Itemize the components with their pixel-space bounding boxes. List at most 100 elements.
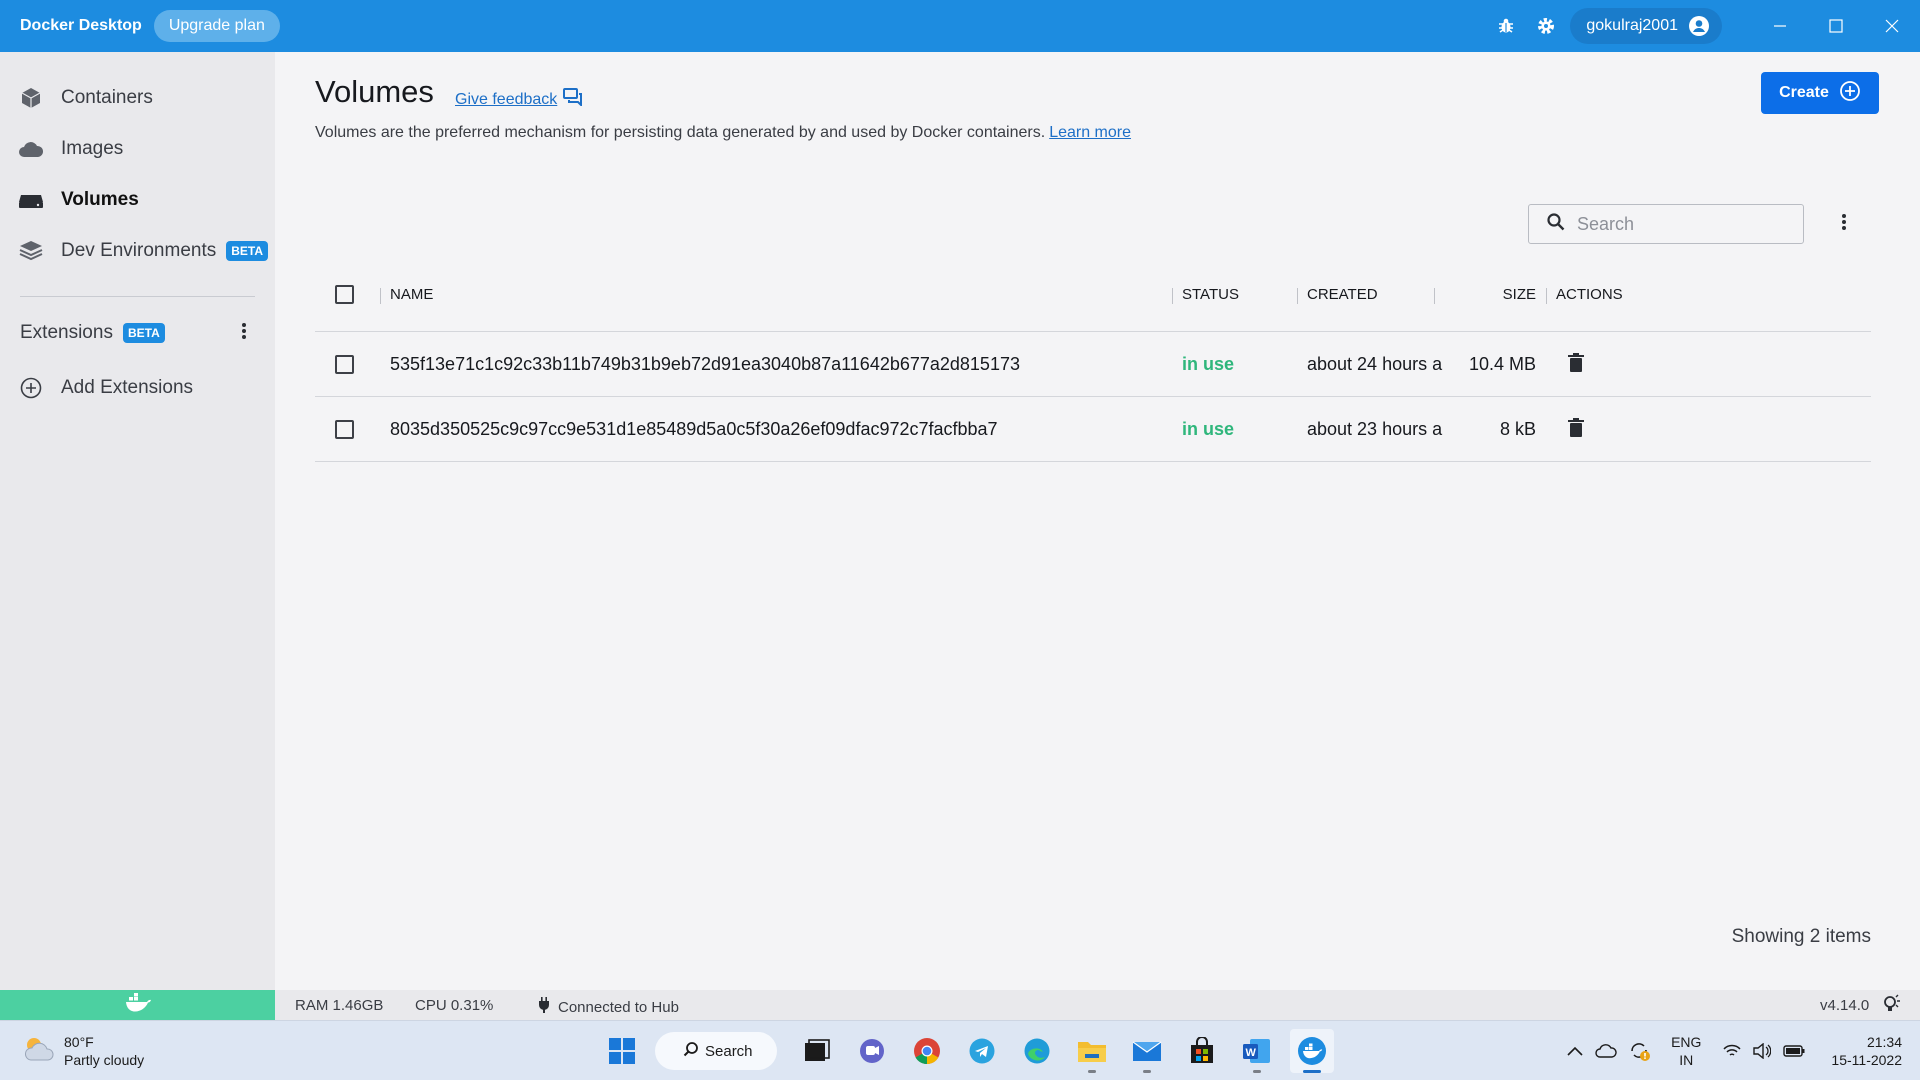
edge-icon[interactable] (1015, 1029, 1059, 1073)
sync-warning-icon[interactable] (1629, 1041, 1651, 1061)
onedrive-cloud-icon[interactable] (1595, 1044, 1617, 1058)
system-clock[interactable]: 21:34 15-11-2022 (1831, 1033, 1902, 1069)
chrome-icon[interactable] (905, 1029, 949, 1073)
volume-drive-icon (18, 187, 44, 213)
row-checkbox[interactable] (335, 354, 354, 374)
sidebar-item-label: Containers (61, 86, 153, 108)
windows-start-icon[interactable] (600, 1029, 644, 1073)
column-header-name[interactable]: NAME (390, 286, 433, 303)
column-header-status[interactable]: STATUS (1182, 286, 1239, 303)
gear-icon[interactable] (1534, 14, 1558, 38)
close-icon[interactable] (1864, 0, 1920, 52)
language-code: ENG (1671, 1034, 1702, 1050)
volume-size: 10.4 MB (1468, 353, 1536, 374)
containers-icon (18, 85, 44, 111)
volumes-table: NAME STATUS CREATED SIZE ACTIONS 535f13e… (315, 285, 1871, 516)
task-view-icon[interactable] (795, 1029, 839, 1073)
column-separator (1297, 288, 1298, 304)
column-separator (1172, 288, 1173, 304)
running-indicator (1303, 1070, 1321, 1073)
sidebar-item-containers[interactable]: Containers (0, 72, 275, 123)
search-icon (1547, 212, 1565, 236)
search-icon (683, 1041, 699, 1061)
mail-icon[interactable] (1125, 1029, 1169, 1073)
search-input[interactable] (1577, 213, 1787, 235)
column-header-size[interactable]: SIZE (1444, 286, 1536, 303)
volume-name[interactable]: 8035d350525c9c97cc9e531d1e85489d5a0c5f30… (390, 419, 998, 440)
input-language[interactable]: ENG IN (1671, 1033, 1701, 1069)
volume-icon[interactable] (1753, 1043, 1772, 1059)
show-hidden-icons-chevron-icon[interactable] (1567, 1046, 1583, 1056)
extensions-more-icon[interactable] (241, 321, 247, 347)
delete-icon[interactable] (1568, 353, 1584, 378)
volume-name[interactable]: 535f13e71c1c92c33b11b749b31b9eb72d91ea30… (390, 354, 1020, 375)
table-options-icon[interactable] (1841, 212, 1847, 237)
add-extensions-label: Add Extensions (61, 377, 194, 398)
description-text: Volumes are the preferred mechanism for … (315, 124, 1046, 141)
create-volume-button[interactable]: Create (1761, 72, 1879, 114)
taskbar-apps: Search W (600, 1029, 1345, 1073)
column-header-actions: ACTIONS (1556, 286, 1623, 303)
docker-desktop-taskbar-icon[interactable] (1290, 1029, 1334, 1073)
plug-icon (538, 997, 550, 1017)
system-tray: ENG IN 21:34 15-11-2022 (1567, 1031, 1902, 1071)
version: v4.14.0 (1820, 997, 1870, 1014)
volume-status: in use (1182, 418, 1235, 439)
tips-icon[interactable] (1881, 994, 1901, 1014)
svg-text:W: W (1246, 1047, 1257, 1059)
maximize-icon[interactable] (1808, 0, 1864, 52)
table-row[interactable]: 8035d350525c9c97cc9e531d1e85489d5a0c5f30… (315, 397, 1871, 462)
page-description: Volumes are the preferred mechanism for … (315, 124, 1131, 142)
give-feedback-link[interactable]: Give feedback (455, 88, 583, 111)
user-avatar-icon (1688, 15, 1710, 37)
sidebar-item-label: Images (61, 137, 124, 159)
select-all-checkbox[interactable] (335, 285, 354, 304)
add-extensions-button[interactable]: Add Extensions (0, 363, 275, 413)
account-button[interactable]: gokulraj2001 (1570, 8, 1722, 44)
sidebar-item-images[interactable]: Images (0, 123, 275, 174)
sidebar-item-label: Dev Environments (61, 239, 217, 261)
bug-icon[interactable] (1494, 14, 1518, 38)
delete-icon[interactable] (1568, 418, 1584, 443)
sidebar-divider (20, 296, 255, 297)
extensions-label: Extensions (20, 322, 113, 343)
upgrade-plan-button[interactable]: Upgrade plan (153, 10, 280, 42)
beta-badge: BETA (122, 323, 165, 343)
search-field[interactable] (1528, 204, 1804, 244)
cpu-usage: CPU 0.31% (415, 997, 494, 1014)
sidebar-item-volumes[interactable]: Volumes (0, 174, 275, 225)
running-indicator (1253, 1070, 1261, 1073)
sidebar-item-dev-environments[interactable]: Dev Environments BETA (0, 225, 275, 276)
taskbar-search[interactable]: Search (655, 1032, 777, 1070)
taskbar-search-label: Search (705, 1042, 753, 1060)
weather-widget[interactable]: 80°F Partly cloudy (22, 1033, 144, 1069)
app-title: Docker Desktop (20, 17, 142, 34)
minimize-icon[interactable] (1752, 0, 1808, 52)
wifi-icon[interactable] (1723, 1044, 1741, 1058)
column-separator (1434, 288, 1435, 304)
weather-temperature: 80°F (64, 1034, 94, 1050)
sidebar: Containers Images Volumes Dev Environmen… (0, 52, 275, 990)
table-header: NAME STATUS CREATED SIZE ACTIONS (315, 258, 1871, 332)
battery-icon[interactable] (1783, 1045, 1805, 1057)
row-checkbox[interactable] (335, 419, 354, 439)
feedback-chat-icon (563, 88, 583, 111)
clock-date: 15-11-2022 (1831, 1052, 1902, 1068)
weather-description: Partly cloudy (64, 1052, 145, 1068)
learn-more-link[interactable]: Learn more (1049, 124, 1131, 141)
teams-chat-icon[interactable] (850, 1029, 894, 1073)
microsoft-store-icon[interactable] (1180, 1029, 1224, 1073)
word-icon[interactable]: W (1235, 1029, 1279, 1073)
column-header-created[interactable]: CREATED (1307, 286, 1378, 303)
running-indicator (1088, 1070, 1096, 1073)
main-content: Volumes Give feedback Volumes are the pr… (275, 52, 1920, 990)
file-explorer-icon[interactable] (1070, 1029, 1114, 1073)
hub-status-text: Connected to Hub (558, 998, 679, 1016)
table-row[interactable]: 535f13e71c1c92c33b11b749b31b9eb72d91ea30… (315, 332, 1871, 397)
engine-status[interactable] (0, 990, 275, 1020)
username: gokulraj2001 (1586, 17, 1678, 34)
telegram-icon[interactable] (960, 1029, 1004, 1073)
status-bar: RAM 1.46GB CPU 0.31% Connected to Hub v4… (0, 990, 1920, 1020)
running-indicator (1143, 1070, 1151, 1073)
clock-time: 21:34 (1866, 1034, 1902, 1050)
